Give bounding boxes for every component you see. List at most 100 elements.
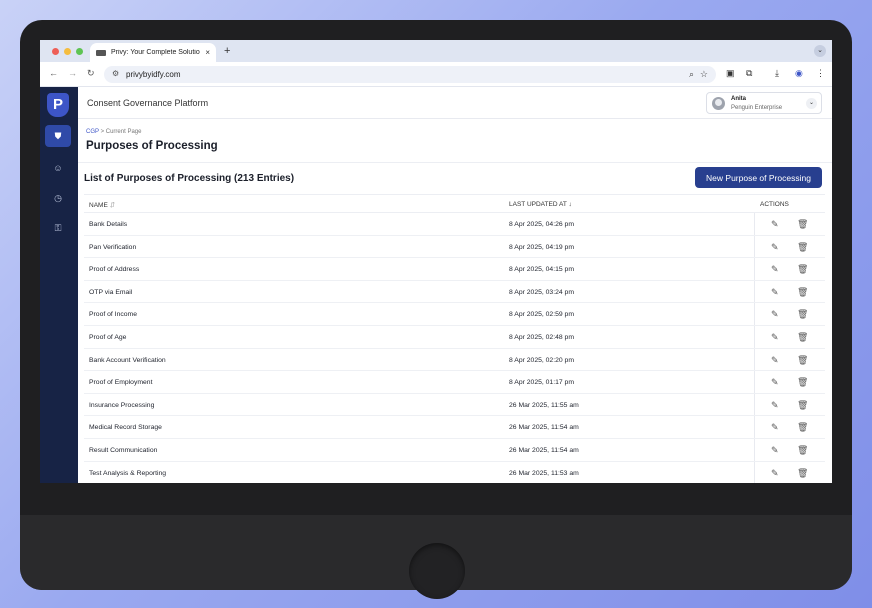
- trash-icon[interactable]: 🗑: [797, 242, 808, 253]
- address-bar[interactable]: ⚙ privybyidfy.com ⌕ ☆: [104, 66, 716, 83]
- new-purpose-button[interactable]: New Purpose of Processing: [695, 167, 822, 188]
- browser-toolbar: ← → ↻ ⚙ privybyidfy.com ⌕ ☆ ▣ ⧉ ⤓ ◉ ⋮: [40, 62, 832, 87]
- purposes-table: NAME ⇵ LAST UPDATED AT ↓ ACTIONS Bank De…: [84, 194, 825, 483]
- row-name: OTP via Email: [89, 288, 133, 296]
- trash-icon[interactable]: 🗑: [797, 355, 808, 366]
- key-icon[interactable]: ⚿: [45, 217, 71, 239]
- row-name: Proof of Address: [89, 266, 140, 274]
- main-content: Consent Governance Platform Anita Pengui…: [78, 87, 832, 483]
- edit-icon[interactable]: ✎: [771, 377, 779, 388]
- row-updated: 8 Apr 2025, 02:48 pm: [509, 333, 574, 341]
- trash-icon[interactable]: 🗑: [797, 400, 808, 411]
- row-name: Result Communication: [89, 446, 158, 454]
- trash-icon[interactable]: 🗑: [797, 377, 808, 388]
- table-row[interactable]: Bank Details 8 Apr 2025, 04:26 pm ✎ 🗑: [84, 213, 825, 236]
- edit-icon[interactable]: ✎: [771, 422, 779, 433]
- breadcrumb-root[interactable]: CGP: [86, 129, 99, 135]
- edit-icon[interactable]: ✎: [771, 355, 779, 366]
- table-row[interactable]: Proof of Employment 8 Apr 2025, 01:17 pm ✎…: [84, 371, 825, 394]
- row-name: Insurance Processing: [89, 401, 155, 409]
- row-updated: 26 Mar 2025, 11:55 am: [509, 401, 579, 409]
- breadcrumb-separator: >: [100, 129, 105, 135]
- row-updated: 26 Mar 2025, 11:54 am: [509, 446, 579, 454]
- download-icon[interactable]: ⤓: [775, 68, 779, 79]
- browser-menu-icon[interactable]: ⋮: [816, 68, 825, 79]
- divider: [78, 162, 832, 163]
- trash-icon[interactable]: 🗑: [797, 219, 808, 230]
- row-actions: ✎ 🗑: [754, 280, 825, 303]
- column-header-updated[interactable]: LAST UPDATED AT ↓: [509, 201, 572, 208]
- table-row[interactable]: Pan Verification 8 Apr 2025, 04:19 pm ✎ 🗑: [84, 235, 825, 259]
- minimize-window-button[interactable]: [64, 48, 71, 55]
- trash-icon[interactable]: 🗑: [797, 332, 808, 343]
- app-header: Consent Governance Platform Anita Pengui…: [78, 87, 832, 119]
- page-title: Purposes of Processing: [86, 140, 218, 152]
- row-updated: 26 Mar 2025, 11:53 am: [509, 469, 579, 477]
- table-row[interactable]: OTP via Email 8 Apr 2025, 03:24 pm ✎ 🗑: [84, 280, 825, 304]
- table-row[interactable]: Insurance Processing 26 Mar 2025, 11:55 a…: [84, 393, 825, 417]
- trash-icon[interactable]: 🗑: [797, 468, 808, 479]
- table-row[interactable]: Medical Record Storage 26 Mar 2025, 11:54…: [84, 416, 825, 439]
- edit-icon[interactable]: ✎: [771, 242, 779, 253]
- clock-icon[interactable]: ◷: [45, 187, 71, 209]
- table-row[interactable]: Proof of Address 8 Apr 2025, 04:15 pm ✎ 🗑: [84, 258, 825, 281]
- sort-icon: ⇵: [109, 202, 116, 209]
- row-name: Proof of Income: [89, 311, 137, 319]
- browser-tab[interactable]: Privy: Your Complete Solution ×: [90, 43, 216, 62]
- column-header-name[interactable]: NAME ⇵: [89, 201, 115, 209]
- site-settings-icon[interactable]: ⚙: [112, 69, 119, 78]
- tab-close-icon[interactable]: ×: [205, 48, 210, 57]
- forward-arrow-icon[interactable]: →: [68, 68, 77, 78]
- edit-icon[interactable]: ✎: [771, 264, 779, 275]
- row-updated: 8 Apr 2025, 04:15 pm: [509, 266, 574, 274]
- tab-search-button[interactable]: ⌄: [814, 45, 826, 57]
- app-logo[interactable]: P: [47, 93, 69, 117]
- monitor-chin: [20, 515, 852, 599]
- maximize-window-button[interactable]: [76, 48, 83, 55]
- extensions-puzzle-icon[interactable]: ⧉: [746, 68, 752, 79]
- back-arrow-icon[interactable]: ←: [49, 68, 58, 78]
- platform-title: Consent Governance Platform: [87, 98, 209, 108]
- table-row[interactable]: Result Communication 26 Mar 2025, 11:54 a…: [84, 438, 825, 462]
- row-actions: ✎ 🗑: [754, 235, 825, 258]
- chevron-down-icon[interactable]: ⌄: [806, 98, 817, 109]
- table-body: Bank Details 8 Apr 2025, 04:26 pm ✎ 🗑 Pan Ve…: [84, 213, 825, 483]
- user-settings-icon[interactable]: ☺: [45, 157, 71, 179]
- close-window-button[interactable]: [52, 48, 59, 55]
- edit-icon[interactable]: ✎: [771, 332, 779, 343]
- table-row[interactable]: Bank Account Verification 8 Apr 2025, 02:…: [84, 348, 825, 372]
- trash-icon[interactable]: 🗑: [797, 422, 808, 433]
- sidebar: P ⛊ ☺ ◷ ⚿: [40, 87, 78, 483]
- row-actions: ✎ 🗑: [754, 325, 825, 348]
- edit-icon[interactable]: ✎: [771, 219, 779, 230]
- shield-icon[interactable]: ⛊: [45, 125, 71, 147]
- row-name: Proof of Employment: [89, 379, 153, 387]
- edit-icon[interactable]: ✎: [771, 445, 779, 456]
- extension-icon[interactable]: ▣: [726, 68, 735, 79]
- sort-desc-icon: ↓: [568, 201, 572, 208]
- list-title: List of Purposes of Processing (213 Entr…: [84, 173, 295, 184]
- table-row[interactable]: Test Analysis & Reporting 26 Mar 2025, 11…: [84, 461, 825, 483]
- bookmark-star-icon[interactable]: ☆: [700, 69, 708, 80]
- table-row[interactable]: Proof of Income 8 Apr 2025, 02:59 pm ✎ 🗑: [84, 303, 825, 326]
- edit-icon[interactable]: ✎: [771, 287, 779, 298]
- trash-icon[interactable]: 🗑: [797, 287, 808, 298]
- trash-icon[interactable]: 🗑: [797, 445, 808, 456]
- user-menu[interactable]: Anita Penguin Enterprise ⌄: [706, 92, 822, 114]
- zoom-icon[interactable]: ⌕: [689, 69, 694, 80]
- reload-icon[interactable]: ↻: [87, 68, 95, 79]
- edit-icon[interactable]: ✎: [771, 309, 779, 320]
- row-actions: ✎ 🗑: [754, 303, 825, 325]
- column-header-actions: ACTIONS: [760, 201, 789, 208]
- breadcrumb-current: Current Page: [105, 129, 142, 135]
- edit-icon[interactable]: ✎: [771, 468, 779, 479]
- trash-icon[interactable]: 🗑: [797, 309, 808, 320]
- trash-icon[interactable]: 🗑: [797, 264, 808, 275]
- table-row[interactable]: Proof of Age 8 Apr 2025, 02:48 pm ✎ 🗑: [84, 325, 825, 349]
- profile-icon[interactable]: ◉: [795, 68, 803, 79]
- row-name: Proof of Age: [89, 333, 127, 341]
- edit-icon[interactable]: ✎: [771, 400, 779, 411]
- row-actions: ✎ 🗑: [754, 348, 825, 371]
- favicon-icon: [96, 49, 106, 56]
- new-tab-button[interactable]: +: [224, 45, 230, 57]
